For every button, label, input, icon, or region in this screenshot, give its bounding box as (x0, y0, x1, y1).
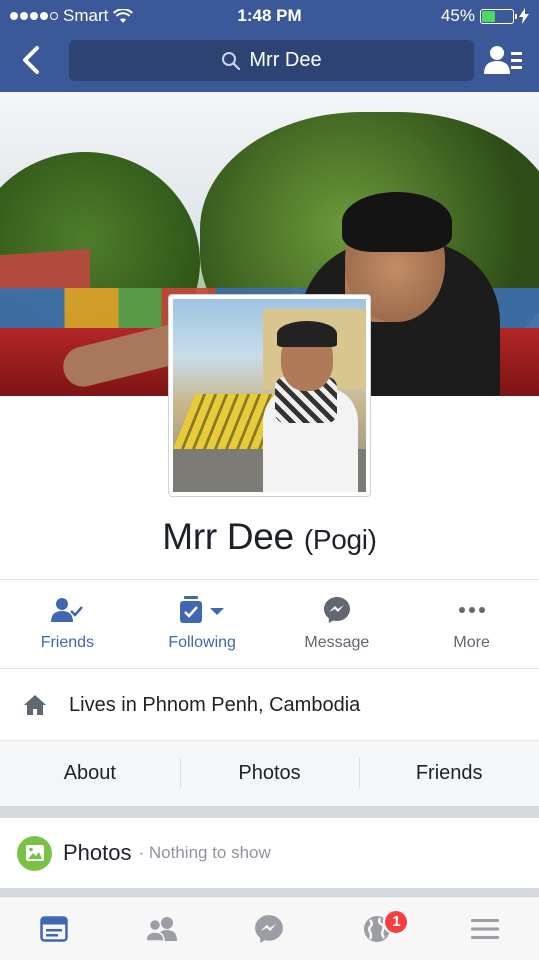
following-icon (180, 596, 225, 623)
battery-icon (480, 8, 517, 24)
tab-notifications[interactable]: 1 (323, 897, 431, 960)
photos-icon (17, 835, 52, 871)
friend-requests-icon (144, 916, 177, 942)
tab-friends[interactable]: Friends (359, 758, 539, 788)
friends-button[interactable]: Friends (0, 580, 135, 668)
status-bar: Smart 1:48 PM 45% (0, 0, 539, 30)
tab-messenger[interactable] (216, 897, 324, 960)
tab-menu[interactable] (431, 897, 539, 960)
more-button[interactable]: More (404, 580, 539, 668)
bottom-tab-bar: 1 (0, 896, 539, 960)
back-icon[interactable] (14, 42, 50, 78)
message-button[interactable]: Message (270, 580, 405, 668)
photos-note: · Nothing to show (138, 843, 271, 862)
photos-section[interactable]: Photos · Nothing to show (0, 818, 539, 888)
friends-check-icon (51, 598, 84, 622)
profile-alternate-name: (Pogi) (303, 524, 377, 555)
tab-friend-requests[interactable] (108, 897, 216, 960)
search-text: Mrr Dee (249, 49, 322, 71)
messenger-icon (255, 914, 284, 943)
battery-percent: 45% (440, 6, 475, 25)
top-bar: Smart 1:48 PM 45% Mrr Dee (0, 0, 539, 92)
lives-in-text: Lives in Phnom Penh, Cambodia (69, 693, 361, 716)
section-divider (0, 888, 539, 896)
charging-icon (519, 8, 529, 24)
friends-label: Friends (40, 634, 95, 651)
profile-tabs: About Photos Friends (0, 740, 539, 806)
more-label: More (453, 634, 490, 651)
profile-name: Mrr Dee (Pogi) (0, 516, 539, 558)
more-dots-icon (458, 607, 485, 613)
search-bar[interactable]: Mrr Dee (69, 40, 474, 81)
tab-photos[interactable]: Photos (179, 758, 360, 788)
tab-about[interactable]: About (0, 762, 180, 785)
photos-title: Photos (63, 840, 132, 865)
messenger-icon (323, 597, 350, 623)
home-icon (24, 695, 46, 715)
intro-lives-in[interactable]: Lives in Phnom Penh, Cambodia (0, 670, 539, 740)
section-divider (0, 806, 539, 818)
following-label: Following (168, 634, 236, 651)
profile-name-text: Mrr Dee (162, 516, 294, 557)
tab-news-feed[interactable] (0, 897, 108, 960)
menu-icon (471, 918, 500, 939)
following-button[interactable]: Following (135, 580, 270, 668)
search-icon (222, 51, 241, 70)
news-feed-icon (40, 915, 68, 942)
friend-list-icon[interactable] (484, 44, 524, 76)
battery-area: 45% (441, 6, 529, 26)
profile-picture[interactable] (168, 294, 371, 497)
profile-actions: Friends Following Message More (0, 579, 539, 669)
message-label: Message (304, 634, 370, 651)
notifications-badge: 1 (383, 908, 410, 935)
